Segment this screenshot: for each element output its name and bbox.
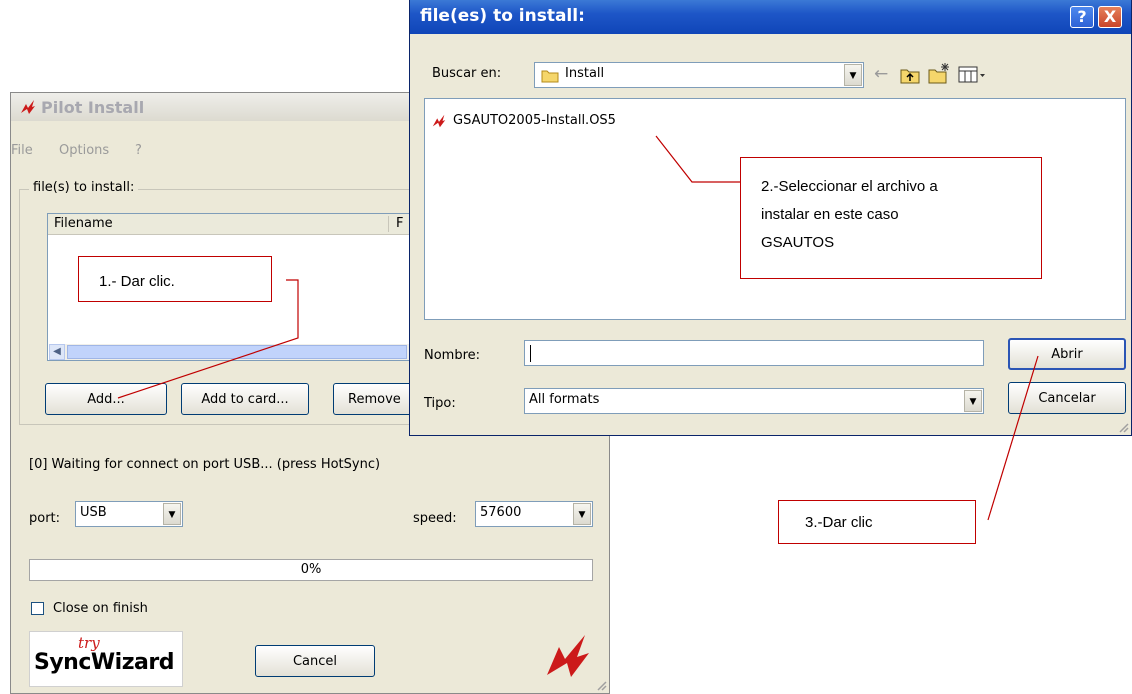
annotation-step2: 2.-Seleccionar el archivo a instalar en … [740, 157, 1042, 279]
annotation-lines [117, 135, 1039, 521]
annotation-step1: 1.- Dar clic. [78, 256, 272, 302]
annotation-step2-line3: GSAUTOS [761, 234, 835, 251]
annotation-step1-text: 1.- Dar clic. [99, 273, 175, 290]
annotation-step2-line1: 2.-Seleccionar el archivo a [761, 178, 938, 195]
step2-connector [655, 135, 740, 183]
annotation-step2-line2: instalar en este caso [761, 206, 899, 223]
step3-connector [987, 355, 1039, 521]
annotation-step3: 3.-Dar clic [778, 500, 976, 544]
annotation-step3-text: 3.-Dar clic [805, 514, 873, 531]
